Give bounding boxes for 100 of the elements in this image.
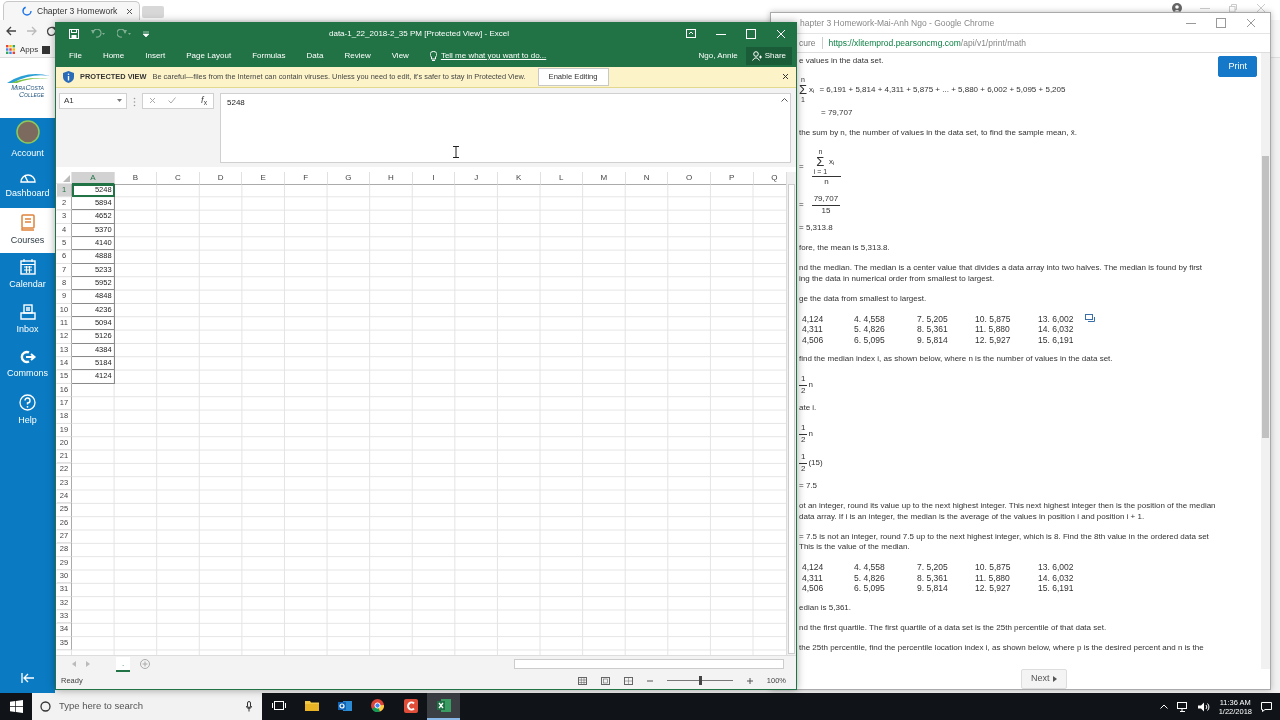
- insert-function-button[interactable]: f$_{x}$: [201, 94, 207, 108]
- back-arrow-icon[interactable]: [6, 26, 17, 36]
- bookmark-icon[interactable]: [42, 45, 51, 54]
- data-value: 4,311: [802, 324, 824, 335]
- zoom-in-icon[interactable]: [746, 677, 753, 684]
- ribbon-tab[interactable]: Page Layout: [186, 49, 232, 62]
- maximize-icon[interactable]: [1216, 18, 1226, 28]
- fraction-denominator: n: [823, 176, 830, 188]
- zoom-slider-thumb[interactable]: [698, 676, 702, 686]
- column-header[interactable]: C: [157, 171, 200, 185]
- save-icon[interactable]: [69, 28, 79, 39]
- address-field[interactable]: https://xlitemprod.pearsoncmg.com/api/v1/print/math: [828, 36, 1027, 50]
- tell-me-search[interactable]: Tell me what you want to do...: [429, 49, 547, 62]
- network-icon[interactable]: [1176, 701, 1189, 712]
- browser-tab[interactable]: Chapter 3 Homework: [3, 1, 140, 20]
- scrollbar[interactable]: [1261, 52, 1270, 669]
- ribbon-tab[interactable]: View: [391, 49, 409, 62]
- column-header[interactable]: M: [583, 171, 626, 185]
- formula-field[interactable]: 5248: [220, 92, 791, 163]
- name-box[interactable]: A1: [59, 92, 127, 109]
- column-header[interactable]: A: [72, 171, 115, 185]
- window-title: data-1_22_2018-2_35 PM [Protected View] - Excel: [329, 27, 510, 40]
- nav-item[interactable]: Courses: [0, 208, 55, 253]
- column-header[interactable]: I: [412, 171, 456, 185]
- data-value: 4,124: [802, 562, 825, 573]
- data-value: 14. 6,032: [1038, 324, 1075, 335]
- windows-start-icon[interactable]: [9, 700, 23, 713]
- nav-item[interactable]: Commons: [0, 343, 55, 388]
- scrollbar-thumb[interactable]: [1262, 155, 1269, 438]
- search-field[interactable]: Type here to search: [32, 693, 262, 720]
- column-header[interactable]: P: [710, 171, 754, 185]
- sheet-tab[interactable]: .: [116, 656, 131, 672]
- column-header[interactable]: N: [625, 171, 669, 185]
- nav-item[interactable]: Calendar: [0, 253, 55, 298]
- customize-icon[interactable]: [143, 30, 149, 37]
- chevron-up-icon[interactable]: [1159, 704, 1168, 709]
- nav-item[interactable]: Inbox: [0, 298, 55, 343]
- column-header[interactable]: O: [668, 171, 711, 185]
- nav-item[interactable]: Help: [0, 388, 55, 433]
- bookmark-link[interactable]: Apps: [20, 43, 39, 56]
- drag-handle-icon[interactable]: [133, 96, 136, 107]
- task-view-icon[interactable]: [271, 700, 286, 711]
- ribbon-tab[interactable]: Formulas: [252, 49, 286, 62]
- column-header[interactable]: L: [540, 171, 584, 185]
- ribbon-display-icon[interactable]: [686, 29, 696, 39]
- fraction-denominator: 2: [800, 434, 807, 446]
- scrollbar-thumb[interactable]: [788, 183, 795, 654]
- ribbon-tab[interactable]: Review: [344, 49, 371, 62]
- paragraph: = 7.5 is not an integer, round 7.5 up to the next highest integer, which is 8. Find the 8th value in the ordered data set This is the value of the median.: [799, 531, 1209, 553]
- close-icon[interactable]: [782, 73, 789, 81]
- column-header[interactable]: G: [327, 171, 371, 185]
- shield-info-icon: [63, 70, 74, 83]
- column-header[interactable]: J: [455, 171, 498, 185]
- reload-icon[interactable]: [46, 25, 57, 37]
- paragraph: ot an integer, round its value up to the next highest integer. This next highest integer then is the position of the median data array. If i is an integer, the median is the average of the values in position i and position i + 1.: [799, 501, 1216, 523]
- check-icon[interactable]: [168, 97, 176, 105]
- sigma-symbol: Σ: [815, 155, 826, 168]
- speaker-icon[interactable]: [1197, 701, 1210, 712]
- nav-item[interactable]: Dashboard: [0, 163, 55, 208]
- collapse-caret-icon[interactable]: [781, 97, 788, 102]
- data-value: 9. 5,814: [917, 583, 949, 594]
- fraction-denominator: 2: [800, 385, 807, 397]
- folder-icon: [304, 700, 319, 711]
- math-term: n: [808, 380, 813, 391]
- paragraph: the sum by n, the number of values in the data set, to find the sample mean, x̄.: [799, 127, 1077, 139]
- column-header[interactable]: F: [284, 171, 328, 185]
- normal-view-icon[interactable]: [577, 676, 587, 685]
- page-layout-icon[interactable]: [600, 676, 610, 685]
- data-value: 5. 4,826: [854, 572, 886, 584]
- scrollbar[interactable]: [786, 171, 796, 656]
- notification-icon[interactable]: [1261, 701, 1272, 712]
- apps-grid-icon[interactable]: [6, 44, 16, 55]
- column-header[interactable]: K: [497, 171, 541, 185]
- page-break-icon[interactable]: [623, 676, 633, 685]
- column-header[interactable]: H: [370, 171, 413, 185]
- next-button[interactable]: Next: [1021, 669, 1067, 689]
- share-button[interactable]: Share: [745, 46, 792, 65]
- copy-icon[interactable]: [1085, 313, 1095, 322]
- mail-app-icon: [337, 699, 352, 712]
- equation-text: = 5,313.8: [799, 223, 833, 234]
- data-value: 13. 6,002: [1038, 313, 1075, 325]
- microphone-icon: [246, 701, 252, 712]
- close-icon[interactable]: [126, 7, 133, 15]
- collapse-icon[interactable]: [20, 673, 35, 683]
- column-header[interactable]: B: [114, 171, 158, 185]
- paragraph: nd the first quartile. The first quartile of a data set is the 25th percentile of that data set.: [799, 622, 1107, 634]
- data-value: 13. 6,002: [1038, 562, 1075, 573]
- print-button[interactable]: Print: [1218, 55, 1257, 78]
- avatar-icon: [15, 120, 40, 145]
- data-value: 7. 5,205: [917, 562, 949, 573]
- ribbon-tab[interactable]: Data: [306, 49, 324, 62]
- nav-item[interactable]: Account: [0, 118, 55, 163]
- ribbon-tab[interactable]: Home: [102, 49, 125, 62]
- column-header[interactable]: E: [242, 171, 285, 185]
- ribbon-tab[interactable]: File: [69, 49, 82, 62]
- data-value: 15. 6,191: [1038, 583, 1075, 594]
- column-header[interactable]: D: [199, 171, 243, 185]
- data-value: 11. 5,880: [975, 324, 1011, 335]
- ribbon-tab[interactable]: Insert: [145, 49, 166, 62]
- horizontal-scrollbar[interactable]: [514, 659, 784, 670]
